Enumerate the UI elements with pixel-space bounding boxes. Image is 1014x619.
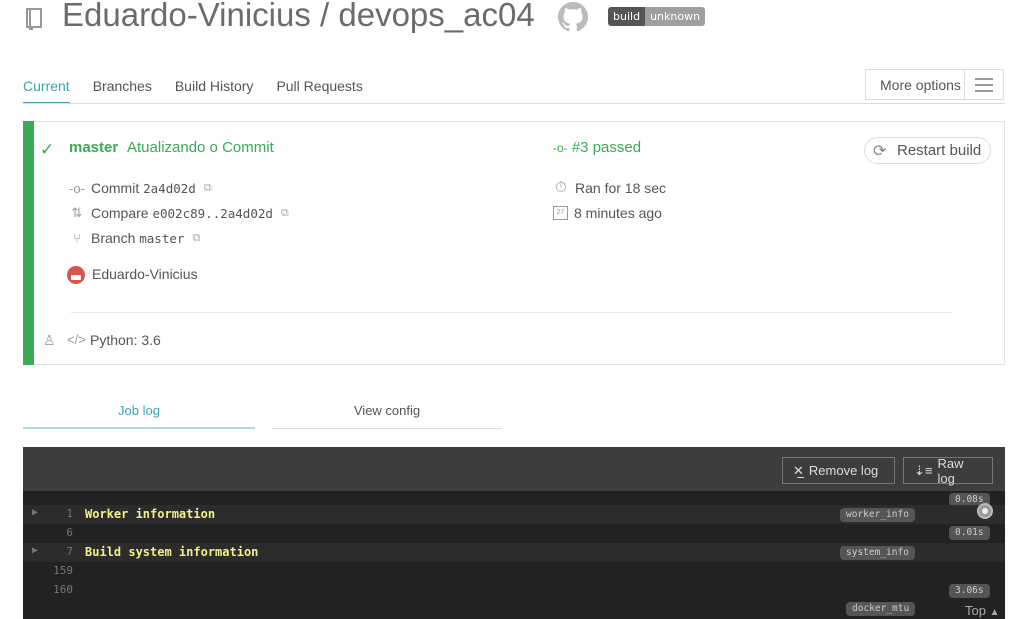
fold-arrow-icon[interactable]: ▶ <box>32 507 38 518</box>
view-config-underline <box>272 428 502 429</box>
compare-range: e002c89..2a4d02d <box>152 205 273 221</box>
badge-label: build <box>608 7 646 26</box>
restart-build-button[interactable]: ⟳ Restart build <box>864 137 991 164</box>
log-line: 159 <box>23 562 1005 581</box>
branch-icon: ⑂ <box>73 230 81 246</box>
remove-log-icon: ✕̲ <box>793 462 804 478</box>
commit-icon: -o- <box>69 180 85 196</box>
job-log-underline <box>23 427 255 429</box>
stopwatch-icon: ⏱ <box>555 179 567 196</box>
tab-view-config[interactable]: View config <box>272 403 502 418</box>
language-version: Python: 3.6 <box>90 332 161 348</box>
repo-icon <box>26 8 42 30</box>
build-status[interactable]: -o- #3 passed <box>553 139 641 156</box>
tab-pull-requests[interactable]: Pull Requests <box>276 78 362 104</box>
log-fold-line[interactable]: ▶ 7 Build system information system_info <box>23 543 1005 562</box>
log-follow-toggle[interactable] <box>977 503 993 519</box>
linux-icon: ♙ <box>43 332 56 348</box>
tab-build-history[interactable]: Build History <box>175 78 254 104</box>
tab-current[interactable]: Current <box>23 78 70 104</box>
finished-text: 8 minutes ago <box>574 205 662 221</box>
log-text: Build system information <box>85 545 259 559</box>
tab-branches[interactable]: Branches <box>93 78 152 104</box>
repo-tabs: Current Branches Build History Pull Requ… <box>23 78 386 104</box>
log-duration: 0.01s <box>949 526 990 540</box>
calendar-icon: 27 <box>553 206 568 220</box>
more-options-button[interactable]: More options <box>865 69 1004 100</box>
fold-arrow-icon[interactable]: ▶ <box>32 545 38 556</box>
fold-name: docker_mtu <box>846 602 916 616</box>
restart-icon: ⟳ <box>873 142 887 160</box>
commit-label: Commit <box>91 180 140 196</box>
raw-log-label: Raw log <box>937 455 964 486</box>
build-status-badge[interactable]: build unknown <box>608 7 706 26</box>
finished-row: 27 8 minutes ago <box>553 205 662 221</box>
external-link-icon: ⧉ <box>192 231 201 244</box>
external-link-icon: ⧉ <box>280 206 289 219</box>
card-divider <box>71 312 952 313</box>
line-number[interactable]: 1 <box>43 507 73 520</box>
build-status-text: #3 passed <box>571 139 642 156</box>
code-icon: </> <box>67 332 86 347</box>
log-duration: 3.06s <box>949 584 990 598</box>
external-link-icon: ⧉ <box>203 181 212 194</box>
compare-icon: ⇅ <box>71 205 83 220</box>
raw-log-icon: ⇣≡ <box>914 462 933 478</box>
commit-status-icon: -o- <box>553 141 568 155</box>
log-text: Worker information <box>85 507 216 521</box>
log-line: 6 0.01s <box>23 524 1005 543</box>
line-number[interactable]: 7 <box>43 545 73 558</box>
commit-row[interactable]: -o- Commit 2a4d02d ⧉ <box>69 180 212 196</box>
branch-label: Branch <box>91 230 136 246</box>
check-icon: ✓ <box>40 140 55 159</box>
build-branch-link[interactable]: master <box>69 139 118 156</box>
duration-text: Ran for 18 sec <box>575 179 667 196</box>
log-fold-line[interactable]: ▶ 1 Worker information worker_info <box>23 505 1005 524</box>
fold-name: worker_info <box>840 508 915 522</box>
commit-message: Atualizando o Commit <box>127 139 274 156</box>
line-number[interactable]: 6 <box>43 526 73 539</box>
compare-row[interactable]: ⇅ Compare e002c89..2a4d02d ⧉ <box>69 205 289 221</box>
author-name: Eduardo-Vinicius <box>92 266 198 282</box>
more-options-label: More options <box>880 76 961 93</box>
hamburger-icon[interactable] <box>964 70 1003 99</box>
commit-sha: 2a4d02d <box>143 180 196 196</box>
branch-value: master <box>139 230 185 246</box>
scroll-top-link[interactable]: Top ▲ <box>965 603 1000 618</box>
restart-build-label: Restart build <box>897 142 982 159</box>
fold-name: system_info <box>840 546 915 560</box>
top-label: Top <box>965 603 986 618</box>
line-number[interactable]: 159 <box>43 564 73 577</box>
github-icon[interactable] <box>558 2 588 32</box>
tab-job-log[interactable]: Job log <box>23 403 255 418</box>
caret-up-icon: ▲ <box>989 607 1000 618</box>
tabs-divider <box>23 103 1005 104</box>
line-number[interactable]: 160 <box>43 583 73 596</box>
duration-row: ⏱ Ran for 18 sec <box>553 179 666 196</box>
remove-log-label: Remove log <box>808 463 879 478</box>
compare-label: Compare <box>91 205 149 221</box>
log-line: 160 3.06s <box>23 581 1005 600</box>
badge-value: unknown <box>645 7 706 26</box>
branch-row[interactable]: ⑂ Branch master ⧉ <box>69 230 200 246</box>
raw-log-button[interactable]: ⇣≡ Raw log <box>903 455 993 486</box>
repo-title[interactable]: Eduardo-Vinicius / devops_ac04 <box>62 0 535 34</box>
remove-log-button[interactable]: ✕̲ Remove log <box>782 457 895 484</box>
author-avatar <box>67 266 85 284</box>
build-status-stripe <box>23 121 34 365</box>
